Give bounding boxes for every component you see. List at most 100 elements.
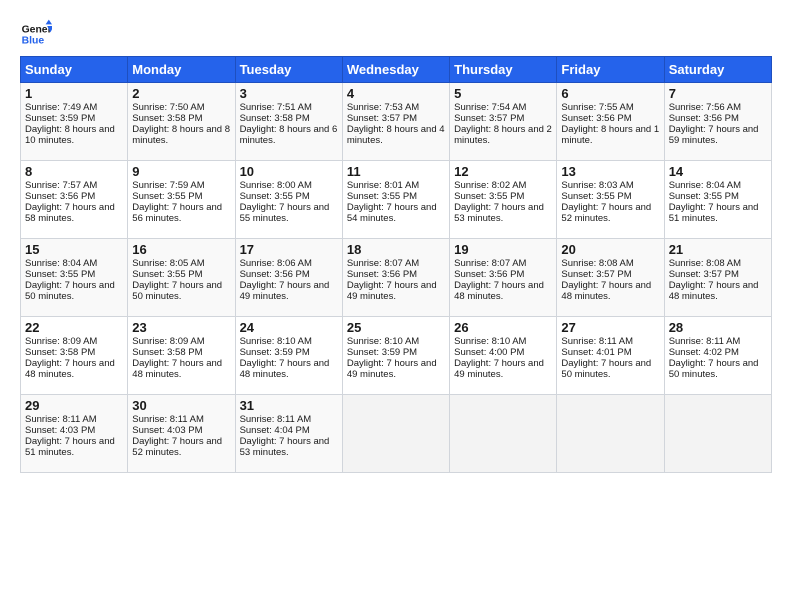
day-number: 8 bbox=[25, 164, 123, 179]
day-number: 30 bbox=[132, 398, 230, 413]
day-number: 20 bbox=[561, 242, 659, 257]
sunrise-text: Sunrise: 8:08 AM bbox=[561, 258, 633, 269]
day-number: 14 bbox=[669, 164, 767, 179]
day-cell: 8Sunrise: 7:57 AMSunset: 3:56 PMDaylight… bbox=[21, 161, 128, 239]
sunset-text: Sunset: 4:03 PM bbox=[25, 425, 95, 436]
sunset-text: Sunset: 3:55 PM bbox=[454, 191, 524, 202]
week-row-2: 8Sunrise: 7:57 AMSunset: 3:56 PMDaylight… bbox=[21, 161, 772, 239]
day-number: 2 bbox=[132, 86, 230, 101]
day-number: 26 bbox=[454, 320, 552, 335]
sunrise-text: Sunrise: 8:06 AM bbox=[240, 258, 312, 269]
header-cell-wednesday: Wednesday bbox=[342, 57, 449, 83]
sunset-text: Sunset: 3:58 PM bbox=[240, 113, 310, 124]
day-number: 24 bbox=[240, 320, 338, 335]
sunrise-text: Sunrise: 7:54 AM bbox=[454, 102, 526, 113]
sunrise-text: Sunrise: 8:07 AM bbox=[454, 258, 526, 269]
week-row-1: 1Sunrise: 7:49 AMSunset: 3:59 PMDaylight… bbox=[21, 83, 772, 161]
daylight-text: Daylight: 7 hours and 48 minutes. bbox=[669, 280, 759, 302]
sunset-text: Sunset: 3:58 PM bbox=[132, 347, 202, 358]
sunrise-text: Sunrise: 8:10 AM bbox=[240, 336, 312, 347]
daylight-text: Daylight: 7 hours and 50 minutes. bbox=[561, 358, 651, 380]
daylight-text: Daylight: 8 hours and 2 minutes. bbox=[454, 124, 552, 146]
day-number: 7 bbox=[669, 86, 767, 101]
sunset-text: Sunset: 3:57 PM bbox=[561, 269, 631, 280]
day-cell: 3Sunrise: 7:51 AMSunset: 3:58 PMDaylight… bbox=[235, 83, 342, 161]
sunrise-text: Sunrise: 7:49 AM bbox=[25, 102, 97, 113]
day-cell: 29Sunrise: 8:11 AMSunset: 4:03 PMDayligh… bbox=[21, 395, 128, 473]
daylight-text: Daylight: 7 hours and 49 minutes. bbox=[347, 280, 437, 302]
day-number: 29 bbox=[25, 398, 123, 413]
sunrise-text: Sunrise: 8:03 AM bbox=[561, 180, 633, 191]
sunset-text: Sunset: 3:58 PM bbox=[132, 113, 202, 124]
sunset-text: Sunset: 4:00 PM bbox=[454, 347, 524, 358]
day-number: 19 bbox=[454, 242, 552, 257]
sunset-text: Sunset: 3:56 PM bbox=[561, 113, 631, 124]
sunset-text: Sunset: 4:02 PM bbox=[669, 347, 739, 358]
day-number: 23 bbox=[132, 320, 230, 335]
day-cell: 31Sunrise: 8:11 AMSunset: 4:04 PMDayligh… bbox=[235, 395, 342, 473]
sunrise-text: Sunrise: 8:01 AM bbox=[347, 180, 419, 191]
sunrise-text: Sunrise: 8:07 AM bbox=[347, 258, 419, 269]
header-row: SundayMondayTuesdayWednesdayThursdayFrid… bbox=[21, 57, 772, 83]
sunrise-text: Sunrise: 8:11 AM bbox=[561, 336, 633, 347]
day-cell: 17Sunrise: 8:06 AMSunset: 3:56 PMDayligh… bbox=[235, 239, 342, 317]
sunset-text: Sunset: 3:55 PM bbox=[25, 269, 95, 280]
day-number: 21 bbox=[669, 242, 767, 257]
day-number: 4 bbox=[347, 86, 445, 101]
day-cell: 19Sunrise: 8:07 AMSunset: 3:56 PMDayligh… bbox=[450, 239, 557, 317]
sunrise-text: Sunrise: 7:56 AM bbox=[669, 102, 741, 113]
sunrise-text: Sunrise: 8:00 AM bbox=[240, 180, 312, 191]
sunset-text: Sunset: 3:55 PM bbox=[347, 191, 417, 202]
sunrise-text: Sunrise: 8:10 AM bbox=[454, 336, 526, 347]
day-cell: 4Sunrise: 7:53 AMSunset: 3:57 PMDaylight… bbox=[342, 83, 449, 161]
sunrise-text: Sunrise: 7:59 AM bbox=[132, 180, 204, 191]
sunset-text: Sunset: 3:55 PM bbox=[561, 191, 631, 202]
day-number: 17 bbox=[240, 242, 338, 257]
day-number: 10 bbox=[240, 164, 338, 179]
sunset-text: Sunset: 4:01 PM bbox=[561, 347, 631, 358]
day-number: 9 bbox=[132, 164, 230, 179]
daylight-text: Daylight: 7 hours and 53 minutes. bbox=[240, 436, 330, 458]
sunset-text: Sunset: 3:56 PM bbox=[240, 269, 310, 280]
sunrise-text: Sunrise: 7:53 AM bbox=[347, 102, 419, 113]
day-number: 3 bbox=[240, 86, 338, 101]
svg-text:Blue: Blue bbox=[22, 36, 45, 47]
daylight-text: Daylight: 7 hours and 56 minutes. bbox=[132, 202, 222, 224]
day-number: 27 bbox=[561, 320, 659, 335]
daylight-text: Daylight: 8 hours and 10 minutes. bbox=[25, 124, 115, 146]
sunrise-text: Sunrise: 8:09 AM bbox=[132, 336, 204, 347]
day-cell: 26Sunrise: 8:10 AMSunset: 4:00 PMDayligh… bbox=[450, 317, 557, 395]
daylight-text: Daylight: 7 hours and 48 minutes. bbox=[454, 280, 544, 302]
sunset-text: Sunset: 3:56 PM bbox=[454, 269, 524, 280]
day-cell: 13Sunrise: 8:03 AMSunset: 3:55 PMDayligh… bbox=[557, 161, 664, 239]
daylight-text: Daylight: 7 hours and 48 minutes. bbox=[240, 358, 330, 380]
sunrise-text: Sunrise: 8:08 AM bbox=[669, 258, 741, 269]
daylight-text: Daylight: 8 hours and 1 minute. bbox=[561, 124, 659, 146]
day-cell: 24Sunrise: 8:10 AMSunset: 3:59 PMDayligh… bbox=[235, 317, 342, 395]
daylight-text: Daylight: 8 hours and 6 minutes. bbox=[240, 124, 338, 146]
page: General Blue SundayMondayTuesdayWednesda… bbox=[0, 0, 792, 483]
day-number: 25 bbox=[347, 320, 445, 335]
sunset-text: Sunset: 4:03 PM bbox=[132, 425, 202, 436]
header-cell-tuesday: Tuesday bbox=[235, 57, 342, 83]
daylight-text: Daylight: 7 hours and 50 minutes. bbox=[25, 280, 115, 302]
sunset-text: Sunset: 3:55 PM bbox=[132, 269, 202, 280]
sunset-text: Sunset: 3:57 PM bbox=[347, 113, 417, 124]
day-number: 22 bbox=[25, 320, 123, 335]
day-cell: 30Sunrise: 8:11 AMSunset: 4:03 PMDayligh… bbox=[128, 395, 235, 473]
day-cell: 6Sunrise: 7:55 AMSunset: 3:56 PMDaylight… bbox=[557, 83, 664, 161]
sunrise-text: Sunrise: 8:11 AM bbox=[240, 414, 312, 425]
day-cell bbox=[664, 395, 771, 473]
day-cell: 16Sunrise: 8:05 AMSunset: 3:55 PMDayligh… bbox=[128, 239, 235, 317]
day-number: 11 bbox=[347, 164, 445, 179]
day-number: 6 bbox=[561, 86, 659, 101]
sunset-text: Sunset: 3:55 PM bbox=[240, 191, 310, 202]
week-row-3: 15Sunrise: 8:04 AMSunset: 3:55 PMDayligh… bbox=[21, 239, 772, 317]
daylight-text: Daylight: 7 hours and 48 minutes. bbox=[561, 280, 651, 302]
daylight-text: Daylight: 8 hours and 4 minutes. bbox=[347, 124, 445, 146]
calendar-header: SundayMondayTuesdayWednesdayThursdayFrid… bbox=[21, 57, 772, 83]
sunrise-text: Sunrise: 8:11 AM bbox=[25, 414, 97, 425]
sunrise-text: Sunrise: 8:05 AM bbox=[132, 258, 204, 269]
day-cell: 14Sunrise: 8:04 AMSunset: 3:55 PMDayligh… bbox=[664, 161, 771, 239]
sunset-text: Sunset: 4:04 PM bbox=[240, 425, 310, 436]
